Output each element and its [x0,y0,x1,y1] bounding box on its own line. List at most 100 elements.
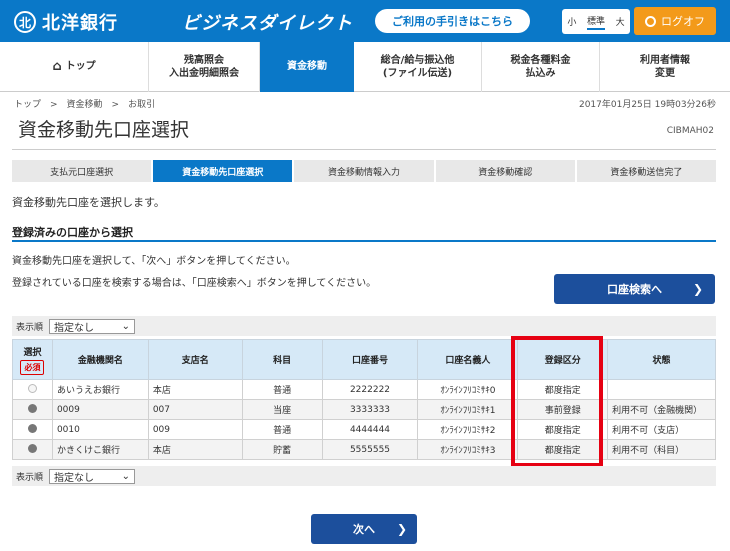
account-cell: 2222222 [321,379,419,400]
nav-item-balance[interactable]: 残高照会 入出金明細照会 [149,42,260,92]
account-cell: 5555555 [321,439,419,460]
chevron-down-icon: ⌄ [121,320,131,332]
sort-value: 指定なし [54,472,95,484]
instruction-text: 資金移動先口座を選択して、「次へ」ボタンを押してください。 [12,256,296,267]
account-cell: 3333333 [321,399,419,420]
title-divider [12,149,716,150]
guide-button[interactable]: ご利用の手引きはこちら [375,9,530,33]
account-radio[interactable] [27,383,37,393]
account-radio [27,403,37,413]
step-indicator: 支払元口座選択 資金移動先口座選択 資金移動情報入力 資金移動確認 資金移動送信… [12,160,717,182]
nav-item-fund-transfer[interactable]: 資金移動 [260,42,354,92]
logo-mark-icon: 北 [14,11,36,33]
section-title: 登録済みの口座から選択 [12,226,133,239]
status-cell: 利用不可（支店） [607,419,716,440]
subject-cell: 貯蓄 [241,439,323,460]
sort-select[interactable]: 指定なし ⌄ [49,468,136,484]
breadcrumb: トップ > 資金移動 > お取引 [14,100,156,110]
bank-logo[interactable]: 北 北洋銀行 [14,9,118,35]
bank-cell: 0009 [51,399,149,420]
status-cell: 利用不可（金融機関） [607,399,716,420]
account-search-label: 口座検索へ [607,283,662,296]
nav-item-tax-payment[interactable]: 税金各種料金 払込み [482,42,600,92]
chevron-right-icon: ❯ [396,522,407,536]
status-cell [607,379,716,400]
branch-cell: 009 [147,419,243,440]
header-bar: 北 北洋銀行 ビジネスダイレクト ご利用の手引きはこちら 小 標準 大 ログオフ [0,0,730,42]
chevron-down-icon: ⌄ [121,470,131,482]
logout-button[interactable]: ログオフ [634,7,716,35]
account-search-button[interactable]: 口座検索へ ❯ [554,274,715,304]
col-status: 状態 [607,339,716,380]
step-complete: 資金移動送信完了 [576,160,717,182]
step-transfer-info: 資金移動情報入力 [294,160,434,182]
col-branch: 支店名 [147,339,243,380]
power-icon [645,15,656,27]
row-select-cell [12,399,53,420]
account-cell: 4444444 [321,419,419,440]
table-row: かきくけこ銀行 本店 貯蓄 5555555 ｵﾝﾗｲﾝﾌﾘｺﾐｻｷ3 都度指定 … [12,439,716,460]
branch-cell: 本店 [147,379,243,400]
holder-cell: ｵﾝﾗｲﾝﾌﾘｺﾐｻｷ0 [417,379,519,400]
next-label: 次へ [353,523,375,536]
account-radio [27,423,37,433]
section-divider [12,240,716,242]
chevron-right-icon: ❯ [692,282,703,296]
holder-cell: ｵﾝﾗｲﾝﾌﾘｺﾐｻｷ1 [417,399,519,420]
nav-item-bulk-transfer[interactable]: 総合/給与振込他 (ファイル伝送) [354,42,482,92]
col-account-number: 口座番号 [321,339,419,380]
step-source-account: 支払元口座選択 [12,160,152,182]
service-name: ビジネスダイレクト [182,13,353,34]
bank-cell: あいうえお銀行 [51,379,149,400]
col-holder: 口座名義人 [417,339,519,380]
reg-type-highlight-box [511,336,603,467]
font-size-large[interactable]: 大 [616,15,625,28]
branch-cell: 007 [147,399,243,420]
col-bank: 金融機関名 [51,339,149,380]
account-table: 選択 必須 金融機関名 支店名 科目 口座番号 口座名義人 登録区分 状態 あい… [12,339,716,460]
row-select-cell [12,439,53,460]
bank-cell: 0010 [51,419,149,440]
logout-label: ログオフ [661,15,705,28]
col-select-label: 選択 [23,347,42,358]
table-header-row: 選択 必須 金融機関名 支店名 科目 口座番号 口座名義人 登録区分 状態 [12,339,716,380]
sort-bar-top: 表示順 指定なし ⌄ [12,316,716,336]
sort-label: 表示順 [16,322,44,333]
search-instruction-text: 登録されている口座を検索する場合は、「口座検索へ」ボタンを押してください。 [12,278,377,289]
required-badge: 必須 [20,359,45,375]
main-nav: ⌂ トップ 残高照会 入出金明細照会 資金移動 総合/給与振込他 (ファイル伝送… [0,42,730,92]
font-size-normal[interactable]: 標準 [586,14,605,30]
font-size-small[interactable]: 小 [567,15,576,28]
screen-id: CIBMAH02 [666,126,714,136]
sort-select[interactable]: 指定なし ⌄ [49,318,136,334]
table-row: 0010 009 普通 4444444 ｵﾝﾗｲﾝﾌﾘｺﾐｻｷ2 都度指定 利用… [12,419,716,440]
subject-cell: 普通 [241,379,323,400]
page-title: 資金移動先口座選択 [18,119,190,141]
font-size-switcher: 小 標準 大 [562,9,630,34]
row-select-cell [12,419,53,440]
nav-item-user-info[interactable]: 利用者情報 変更 [600,42,730,92]
sort-value: 指定なし [54,322,95,334]
timestamp: 2017年01月25日 19時03分26秒 [578,100,716,110]
home-icon: ⌂ [52,59,62,75]
intro-text: 資金移動先口座を選択します。 [12,196,165,209]
holder-cell: ｵﾝﾗｲﾝﾌﾘｺﾐｻｷ2 [417,419,519,440]
account-radio [27,443,37,453]
row-select-cell [12,379,53,400]
step-confirm: 資金移動確認 [435,160,575,182]
sort-label: 表示順 [16,472,44,483]
step-destination-account: 資金移動先口座選択 [153,160,293,182]
holder-cell: ｵﾝﾗｲﾝﾌﾘｺﾐｻｷ3 [417,439,519,460]
next-button[interactable]: 次へ ❯ [311,514,417,544]
branch-cell: 本店 [147,439,243,460]
table-row: 0009 007 当座 3333333 ｵﾝﾗｲﾝﾌﾘｺﾐｻｷ1 事前登録 利用… [12,399,716,420]
bank-name: 北洋銀行 [42,13,118,34]
nav-item-label: トップ [65,61,96,73]
col-subject: 科目 [241,339,323,380]
bank-cell: かきくけこ銀行 [51,439,149,460]
table-row: あいうえお銀行 本店 普通 2222222 ｵﾝﾗｲﾝﾌﾘｺﾐｻｷ0 都度指定 [12,379,716,400]
subject-cell: 普通 [241,419,323,440]
nav-item-top[interactable]: ⌂ トップ [0,42,149,92]
status-cell: 利用不可（科目） [607,439,716,460]
subject-cell: 当座 [241,399,323,420]
